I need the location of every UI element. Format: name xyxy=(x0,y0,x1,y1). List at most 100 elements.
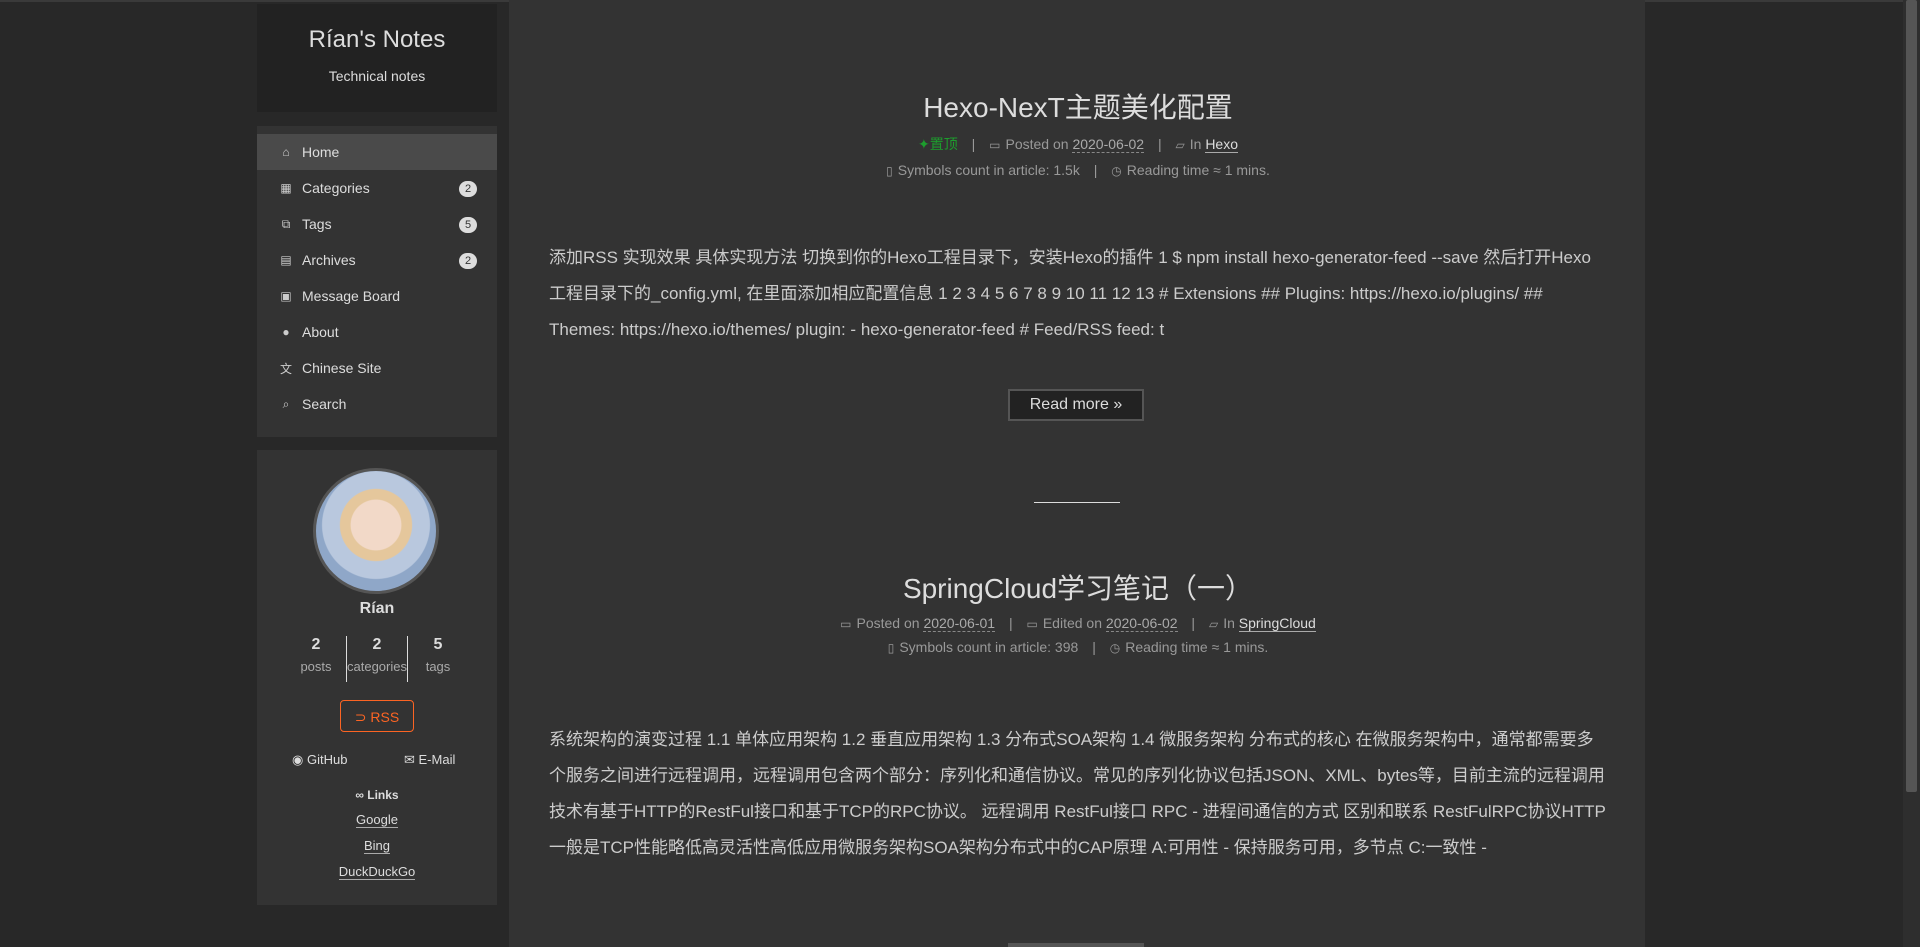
stat-label: tags xyxy=(425,659,451,674)
file-word-icon: ▯ xyxy=(886,164,893,178)
in-label: In xyxy=(1223,615,1235,631)
email-label: E-Mail xyxy=(418,752,456,767)
post-header: SpringCloud学习笔记（一） ▭ Posted on 2020-06-01… xyxy=(549,567,1607,655)
post-stats: ▯ Symbols count in article: 1.5k | ◷ Readi… xyxy=(549,162,1607,178)
post-title[interactable]: Hexo-NexT主题美化配置 xyxy=(549,86,1607,126)
post-header: Hexo-NexT主题美化配置 ✦置顶 | ▭ Posted on 2020-06… xyxy=(549,86,1607,178)
meta-divider: | xyxy=(1092,639,1096,655)
symbols-count: Symbols count in article: 398 xyxy=(899,639,1079,655)
link-icon: ∞ xyxy=(355,788,368,802)
thumbtack-icon: ✦ xyxy=(918,136,930,152)
calendar-icon: ▭ xyxy=(989,138,1001,152)
home-icon: ⌂ xyxy=(282,145,290,159)
site-title[interactable]: Rían's Notes xyxy=(257,26,497,54)
search-icon: ⌕ xyxy=(282,396,290,411)
user-icon: ● xyxy=(282,325,290,339)
clock-icon: ◷ xyxy=(1109,641,1121,655)
menu-label: Tags xyxy=(302,216,332,232)
menu-label: Search xyxy=(302,396,347,412)
language-icon: 文 xyxy=(279,361,292,376)
menu-label: Chinese Site xyxy=(302,360,382,376)
category-link[interactable]: Hexo xyxy=(1205,136,1238,153)
menu-item-tags[interactable]: ⧉ Tags 5 xyxy=(257,206,497,242)
post-excerpt: 添加RSS 实现效果 具体实现方法 切换到你的Hexo工程目录下，安装Hexo的… xyxy=(549,248,1591,339)
folder-icon: ▱ xyxy=(1208,617,1219,631)
menu-label: About xyxy=(302,324,339,340)
th-icon: ▦ xyxy=(280,181,292,195)
rss-icon: ⊃ xyxy=(354,709,371,725)
edited-date: 2020-06-02 xyxy=(1105,615,1178,632)
edited-label: Edited on xyxy=(1042,615,1103,631)
file-word-icon: ▯ xyxy=(887,641,895,655)
menu-item-about[interactable]: ● About xyxy=(257,314,497,350)
posted-label: Posted on xyxy=(1005,136,1069,152)
post-meta: ✦置顶 | ▭ Posted on 2020-06-02 | ▱ In Hexo xyxy=(549,134,1607,154)
link-text: Google xyxy=(356,812,398,828)
rss-label: RSS xyxy=(370,709,400,725)
calendar-icon: ▭ xyxy=(840,617,852,631)
github-label: GitHub xyxy=(306,752,348,767)
stat-label: categories xyxy=(347,659,407,674)
meta-divider: | xyxy=(971,136,976,152)
post-title[interactable]: SpringCloud学习笔记（一） xyxy=(549,567,1607,607)
author-name: Rían xyxy=(359,600,395,617)
stat-count: 5 xyxy=(433,636,443,653)
meta-divider: | xyxy=(1191,615,1196,631)
folder-icon: ▱ xyxy=(1175,138,1185,152)
tags-icon: ⧉ xyxy=(281,216,291,231)
menu-item-search[interactable]: ⌕ Search xyxy=(257,386,497,422)
site-subtitle: Technical notes xyxy=(328,68,426,84)
count-badge: 5 xyxy=(459,217,477,233)
message-icon: ▣ xyxy=(280,289,292,303)
category-link[interactable]: SpringCloud xyxy=(1238,615,1316,632)
site-header: Rían's Notes Technical notes xyxy=(257,4,497,112)
github-link[interactable]: ◉ GitHub xyxy=(292,752,347,768)
stat-count: 2 xyxy=(311,636,321,653)
links-title-text: Links xyxy=(367,788,399,802)
post-divider xyxy=(1034,502,1120,503)
meta-divider: | xyxy=(1157,136,1162,152)
github-icon: ◉ xyxy=(292,752,307,767)
avatar xyxy=(313,468,439,594)
reading-time: Reading time ≈ 1 mins. xyxy=(1125,639,1269,655)
read-more-button-partial[interactable] xyxy=(1008,943,1144,947)
archive-icon: ▤ xyxy=(280,253,292,267)
menu-item-home[interactable]: ⌂ Home xyxy=(257,134,497,170)
in-label: In xyxy=(1189,136,1202,152)
envelope-icon: ✉ xyxy=(404,752,419,767)
stat-categories[interactable]: 2 categories xyxy=(346,636,407,682)
stat-tags[interactable]: 5 tags xyxy=(407,636,468,682)
pinned-label: 置顶 xyxy=(929,136,958,152)
calendar-check-icon: ▭ xyxy=(1026,617,1038,631)
menu-label: Message Board xyxy=(302,288,401,304)
meta-divider: | xyxy=(1093,162,1098,178)
count-badge: 2 xyxy=(459,253,477,269)
link-bing[interactable]: Bing xyxy=(257,838,497,854)
stat-label: posts xyxy=(300,659,332,674)
read-more-button[interactable]: Read more » xyxy=(1008,389,1144,421)
link-google[interactable]: Google xyxy=(257,812,497,828)
site-stats: 2 posts 2 categories 5 tags xyxy=(286,636,468,682)
stat-count: 2 xyxy=(372,636,382,653)
reading-time: Reading time ≈ 1 mins. xyxy=(1126,162,1270,178)
rss-button[interactable]: ⊃ RSS xyxy=(340,700,414,732)
menu-label: Archives xyxy=(302,252,356,268)
menu-label: Categories xyxy=(302,180,370,196)
main-content: Hexo-NexT主题美化配置 ✦置顶 | ▭ Posted on 2020-06… xyxy=(509,0,1645,947)
clock-icon: ◷ xyxy=(1111,164,1122,178)
link-duckduckgo[interactable]: DuckDuckGo xyxy=(257,864,497,880)
meta-divider: | xyxy=(1008,615,1013,631)
menu-item-message-board[interactable]: ▣ Message Board xyxy=(257,278,497,314)
email-link[interactable]: ✉ E-Mail xyxy=(404,752,455,768)
post-stats: ▯ Symbols count in article: 398 | ◷ Readin… xyxy=(549,639,1607,655)
menu-item-categories[interactable]: ▦ Categories 2 xyxy=(257,170,497,206)
links-title: ∞ Links xyxy=(257,788,497,802)
menu-item-chinese-site[interactable]: 文 Chinese Site xyxy=(257,350,497,386)
link-text: DuckDuckGo xyxy=(338,864,416,880)
scrollbar-thumb[interactable] xyxy=(1906,0,1917,792)
menu-item-archives[interactable]: ▤ Archives 2 xyxy=(257,242,497,278)
symbols-count: Symbols count in article: 1.5k xyxy=(897,162,1080,178)
stat-posts[interactable]: 2 posts xyxy=(286,636,346,682)
sidebar-menu: ⌂ Home ▦ Categories 2 ⧉ Tags 5 ▤ Archive… xyxy=(257,126,497,437)
author-overview: Rían 2 posts 2 categories 5 tags ⊃ RSS ◉… xyxy=(257,450,497,905)
